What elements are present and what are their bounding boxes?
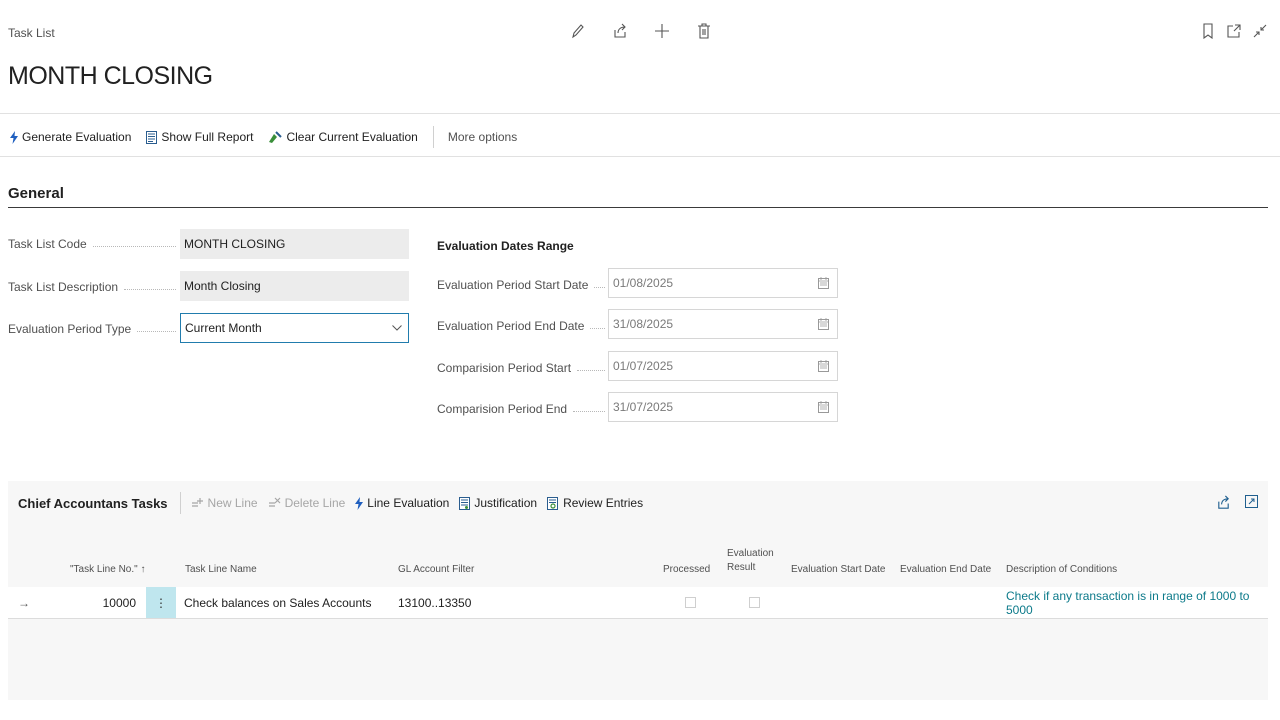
task-list-code-label: Task List Code (8, 236, 176, 252)
generate-evaluation-label: Generate Evaluation (22, 130, 132, 144)
pencil-icon[interactable] (568, 20, 588, 42)
clear-current-evaluation-button[interactable]: Clear Current Evaluation (268, 130, 418, 144)
plus-icon[interactable] (652, 20, 672, 42)
new-line-button[interactable]: New Line (191, 496, 258, 510)
breadcrumb: Task List (8, 26, 55, 40)
evaluation-dates-range-heading: Evaluation Dates Range (437, 239, 574, 253)
eval-start-date-value: 01/08/2025 (613, 276, 674, 290)
section-rule (8, 207, 1268, 208)
evaluation-period-type-value: Current Month (185, 321, 262, 335)
justification-icon (459, 496, 471, 510)
review-entries-button[interactable]: Review Entries (547, 496, 643, 510)
column-gl-account-filter[interactable]: GL Account Filter (398, 564, 474, 575)
trash-icon[interactable] (694, 20, 714, 42)
cell-processed[interactable] (685, 587, 696, 618)
show-full-report-label: Show Full Report (161, 130, 254, 144)
page-title: MONTH CLOSING (8, 62, 213, 90)
lightning-icon (355, 496, 364, 510)
justification-button[interactable]: Justification (459, 496, 537, 510)
task-list-description-label: Task List Description (8, 279, 176, 295)
comp-end-date-field[interactable]: 31/07/2025 (608, 392, 838, 422)
comp-start-label: Comparision Period Start (437, 360, 605, 376)
lightning-icon (10, 130, 18, 144)
collapse-icon[interactable] (1250, 20, 1270, 42)
row-menu-button[interactable]: ⋮ (146, 587, 176, 618)
line-evaluation-button[interactable]: Line Evaluation (355, 496, 449, 510)
tasks-part: Chief Accountans Tasks New Line Delete L… (8, 481, 1268, 700)
eval-start-date-field[interactable]: 01/08/2025 (608, 268, 838, 298)
calendar-icon[interactable] (818, 401, 829, 413)
report-icon (146, 130, 158, 144)
clear-current-evaluation-label: Clear Current Evaluation (286, 130, 418, 144)
part-separator (179, 492, 181, 514)
tasks-part-title[interactable]: Chief Accountans Tasks (18, 496, 168, 511)
current-row-arrow-icon: → (18, 595, 30, 610)
review-entries-icon (547, 496, 559, 510)
evaluation-period-type-select[interactable]: Current Month (180, 313, 409, 343)
comp-start-date-field[interactable]: 01/07/2025 (608, 351, 838, 381)
grid-header: "Task Line No." ↑ Task Line Name GL Acco… (8, 525, 1268, 588)
eval-end-label: Evaluation Period End Date (437, 318, 605, 334)
calendar-icon[interactable] (818, 318, 829, 330)
action-separator (432, 126, 434, 148)
processed-checkbox[interactable] (685, 597, 696, 608)
delete-line-button[interactable]: Delete Line (268, 496, 346, 510)
cell-description-of-conditions[interactable]: Check if any transaction is in range of … (1006, 587, 1268, 618)
tasks-part-header: Chief Accountans Tasks New Line Delete L… (8, 481, 1268, 525)
general-section-title[interactable]: General (8, 185, 64, 202)
task-list-description-field[interactable]: Month Closing (180, 271, 409, 301)
evaluation-period-type-label: Evaluation Period Type (8, 321, 176, 337)
new-line-icon (191, 498, 203, 507)
column-description-of-conditions[interactable]: Description of Conditions (1006, 564, 1117, 575)
open-new-window-icon[interactable] (1224, 20, 1244, 42)
cell-task-line-name[interactable]: Check balances on Sales Accounts (184, 587, 371, 618)
delete-line-icon (268, 497, 281, 507)
cell-task-line-no[interactable]: 10000 (68, 587, 136, 618)
share-icon[interactable] (610, 20, 630, 42)
more-options-button[interactable]: More options (448, 130, 517, 144)
review-entries-label: Review Entries (563, 496, 644, 510)
expand-icon[interactable] (1245, 495, 1258, 510)
task-list-code-field[interactable]: MONTH CLOSING (180, 229, 409, 259)
window-actions (1198, 20, 1270, 42)
calendar-icon[interactable] (818, 360, 829, 372)
chevron-down-icon (392, 325, 402, 331)
eval-end-date-field[interactable]: 31/08/2025 (608, 309, 838, 339)
column-task-line-no[interactable]: "Task Line No." ↑ (70, 564, 145, 575)
generate-evaluation-button[interactable]: Generate Evaluation (10, 130, 131, 144)
bookmark-icon[interactable] (1198, 20, 1218, 42)
line-evaluation-label: Line Evaluation (367, 496, 450, 510)
evaluation-result-checkbox[interactable] (749, 597, 760, 608)
comp-start-date-value: 01/07/2025 (613, 359, 674, 373)
table-row[interactable]: → 10000 ⋮ Check balances on Sales Accoun… (8, 587, 1268, 619)
comp-end-date-value: 31/07/2025 (613, 400, 674, 414)
actionbar-divider (0, 156, 1280, 157)
eval-start-label: Evaluation Period Start Date (437, 277, 605, 293)
show-full-report-button[interactable]: Show Full Report (146, 130, 253, 144)
column-processed[interactable]: Processed (663, 564, 710, 575)
column-evaluation-start-date[interactable]: Evaluation Start Date (791, 564, 886, 575)
action-bar: Generate Evaluation Show Full Report Cle… (10, 126, 532, 148)
calendar-icon[interactable] (818, 277, 829, 289)
cell-gl-account-filter[interactable]: 13100..13350 (398, 587, 471, 618)
cell-evaluation-result[interactable] (749, 587, 760, 618)
page-actions (568, 20, 714, 42)
delete-line-label: Delete Line (284, 496, 346, 510)
eval-end-date-value: 31/08/2025 (613, 317, 674, 331)
share-icon[interactable] (1216, 495, 1231, 510)
column-evaluation-end-date[interactable]: Evaluation End Date (900, 564, 991, 575)
clear-icon (269, 130, 283, 143)
comp-end-label: Comparision Period End (437, 401, 605, 417)
part-window-actions (1216, 495, 1258, 510)
column-evaluation-result[interactable]: Evaluation Result (727, 547, 774, 575)
new-line-label: New Line (207, 496, 258, 510)
justification-label: Justification (474, 496, 538, 510)
header-divider (0, 113, 1280, 114)
column-task-line-name[interactable]: Task Line Name (185, 564, 257, 575)
